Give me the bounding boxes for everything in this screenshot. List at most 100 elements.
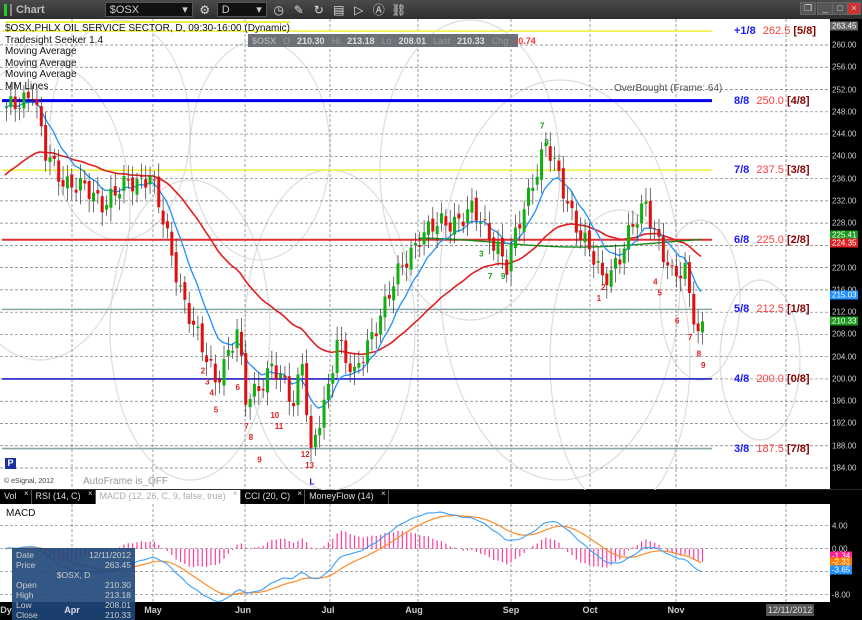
candle-body [26,91,30,99]
seeker-label: 8 [249,433,254,442]
tab-moneyflow[interactable]: MoneyFlow (14) × [305,489,389,504]
candle-body [326,383,330,400]
candle-body [374,333,378,337]
seeker-label: 6 [675,316,680,325]
close-icon[interactable]: × [847,2,861,15]
tab-rsi[interactable]: RSI (14, C) × [32,489,96,504]
candle-body [31,98,35,100]
candle-body [440,213,443,224]
candle-body [209,358,213,361]
candle-body [522,209,526,232]
candle-body [174,252,178,283]
close-icon[interactable]: × [24,489,29,498]
tooltip-label: Date [16,550,34,560]
candle-body [244,353,248,405]
candle-body [366,340,370,364]
tab-macd[interactable]: MACD (12, 26, C, 9, false, true) × [95,489,241,504]
candle-body [348,363,352,373]
candle-body [283,375,287,378]
candle-body [131,177,135,192]
close-icon[interactable]: × [233,489,238,498]
price-tick-label: 196.00 [832,396,857,406]
candle-body [270,363,274,367]
price-tick-label: 244.00 [832,129,857,139]
candle-body [674,266,678,277]
month-label: Sep [502,605,520,615]
mm-value: 237.5 [756,164,784,177]
candle-body [322,399,326,428]
candle-body [483,219,487,221]
close-icon[interactable]: × [88,489,93,498]
mm-value: 262.5 [762,25,791,38]
indicator-tabs: Vol × RSI (14, C) × MACD (12, 26, C, 9, fa… [0,489,830,504]
month-label: Jun [234,605,252,615]
candle-body [614,258,617,269]
macd-title: MACD [6,508,36,519]
tooltip-label: Price [16,560,36,570]
macd-tick-label: 4.00 [832,521,848,531]
candle-body [518,224,522,229]
mm-fraction: 3/8 [734,442,750,455]
seeker-label: 10 [270,411,279,420]
candle-body [39,106,43,127]
candle-body [57,160,61,182]
candle-body [109,188,113,208]
candle-body [74,189,78,193]
tab-vol[interactable]: Vol × [0,489,32,504]
candle-body [548,146,552,161]
price-tick-label: 252.00 [832,85,857,95]
candle-body [587,230,591,250]
candle-body [61,180,65,187]
month-label: Jul [321,605,335,615]
candle-body [487,223,491,241]
candle-body [331,373,335,384]
maximize-icon[interactable]: □ [832,2,848,15]
candle-body [187,303,191,324]
candle-body [444,216,448,226]
candle-body [200,323,204,353]
tab-label: Vol [4,491,17,501]
candle-body [653,228,657,230]
candle-body [161,210,165,225]
quote-bar: $OSX O 210.30 Hi 213.18 Lo 208.01 Last 210.3… [248,34,536,47]
candle-body [157,176,161,208]
low-label: Lo [381,35,392,46]
candle-body [622,248,626,264]
candle-body [144,179,148,188]
candle-body [257,386,261,392]
candle-body [701,321,704,333]
price-tick-label: 236.00 [832,174,857,184]
candle-body [618,259,622,265]
price-tag: 210.33 [830,316,859,326]
mm-fraction: +1/8 [734,25,756,38]
candle-body [318,427,322,436]
candle-body [126,179,130,181]
seeker-label: 13 [305,461,314,470]
tab-cci[interactable]: CCI (20, C) × [241,489,306,504]
candle-body [561,168,565,199]
candle-body [300,364,304,376]
candle-body [252,383,256,397]
open-label: O [283,35,291,46]
price-tick-label: 232.00 [832,196,857,206]
candle-body [387,294,391,299]
candle-body [400,265,404,267]
candle-body [83,180,87,184]
close-icon[interactable]: × [297,489,302,498]
seeker-label: 2 [601,283,606,292]
candle-body [305,363,309,416]
candle-body [118,193,122,199]
candle-body [579,230,583,240]
candle-body [274,365,278,380]
p-marker[interactable]: P [5,458,16,469]
mm-line-label: +1/8 262.5 [5/8] [734,25,816,37]
tab-label: MoneyFlow (14) [309,491,374,501]
mm-octave: [5/8] [793,25,816,38]
seeker-label: 7 [244,422,249,431]
autoframe-label: AutoFrame is_OFF [83,476,169,487]
candle-body [509,244,513,272]
price-tick-label: 192.00 [832,418,857,428]
candle-body [605,273,609,286]
close-icon[interactable]: × [381,489,386,498]
price-tick-label: 248.00 [832,107,857,117]
